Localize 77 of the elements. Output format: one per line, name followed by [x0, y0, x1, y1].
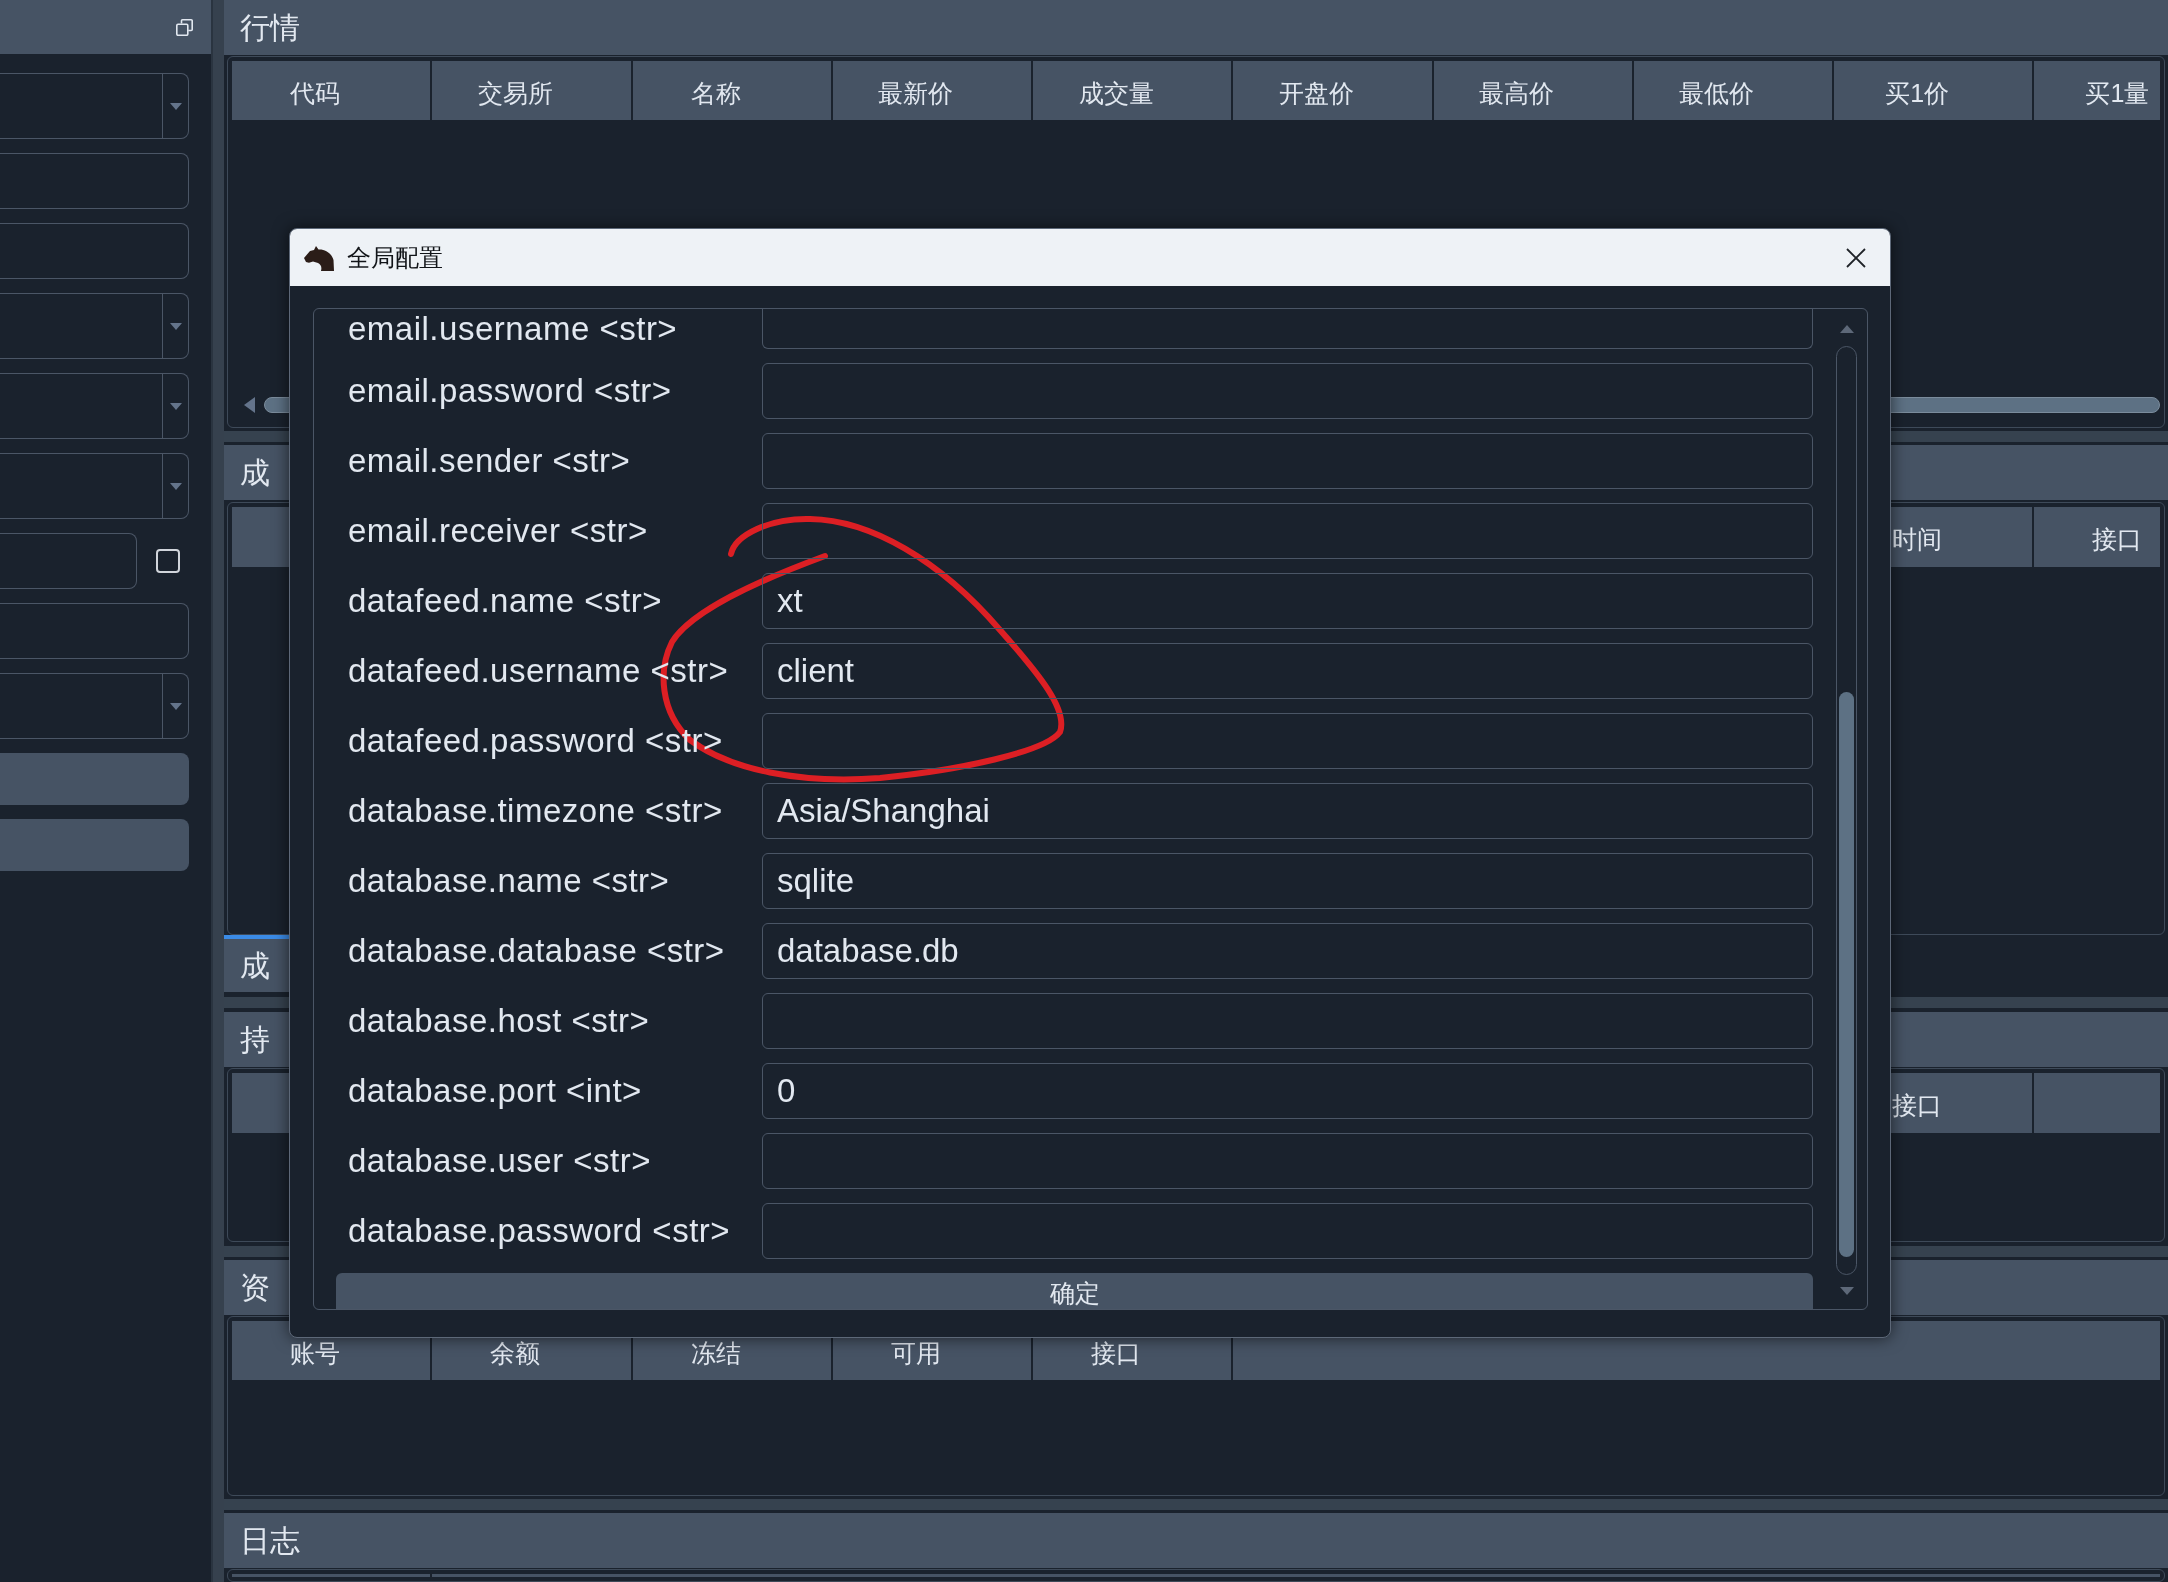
setting-label: database.name <str> — [348, 862, 671, 900]
up-arrow-icon — [1839, 325, 1854, 333]
checkbox[interactable] — [156, 549, 180, 573]
setting-label: database.port <int> — [348, 1072, 643, 1110]
dropdown-field[interactable] — [0, 73, 189, 139]
text-field[interactable]: sqlite — [762, 853, 1813, 909]
column-header[interactable]: 最高价 — [1479, 79, 1555, 106]
text-field[interactable] — [762, 1133, 1813, 1189]
setting-label: datafeed.name <str> — [348, 582, 664, 620]
text-field[interactable] — [762, 713, 1813, 769]
column-header[interactable]: 买1量 — [2085, 79, 2150, 106]
restore-button[interactable] — [175, 17, 194, 37]
text-field[interactable]: database.db — [762, 923, 1813, 979]
column-header[interactable]: 交易所 — [477, 79, 553, 106]
column-header[interactable]: 成交量 — [1078, 79, 1154, 106]
column-header[interactable]: 账号 — [290, 1339, 341, 1366]
column-header[interactable]: 名称 — [690, 79, 741, 106]
column-header[interactable]: 余额 — [490, 1339, 541, 1366]
setting-label: database.host <str> — [348, 1002, 651, 1040]
text-field[interactable] — [762, 503, 1813, 559]
column-header[interactable]: 最低价 — [1679, 79, 1755, 106]
close-icon — [1846, 247, 1866, 268]
column-header[interactable]: 接口 — [1892, 1092, 1943, 1118]
input-field[interactable] — [0, 603, 189, 659]
setting-label: email.password <str> — [348, 372, 673, 410]
dropdown-field[interactable] — [0, 373, 189, 439]
caret-icon — [169, 702, 182, 710]
dock-title: 行情 — [240, 9, 300, 46]
setting-label: email.receiver <str> — [348, 512, 649, 550]
column-header[interactable]: 开盘价 — [1278, 79, 1354, 106]
splitter-handle[interactable] — [224, 1499, 2168, 1510]
setting-label: database.password <str> — [348, 1212, 732, 1250]
column-header[interactable]: 代码 — [290, 79, 341, 106]
confirm-button[interactable]: 确定 — [336, 1273, 1813, 1309]
text-field[interactable]: Asia/Shanghai — [762, 783, 1813, 839]
scrollbar-thumb[interactable] — [1839, 692, 1854, 1257]
dropdown-field[interactable] — [0, 453, 189, 519]
text-field[interactable]: 0 — [762, 1063, 1813, 1119]
column-header[interactable]: 可用 — [890, 1339, 941, 1366]
caret-icon — [169, 482, 182, 490]
setting-label: database.database <str> — [348, 932, 726, 970]
caret-icon — [169, 102, 182, 110]
column-header[interactable]: 时间 — [1892, 526, 1943, 552]
text-field[interactable] — [762, 433, 1813, 489]
dock-tab[interactable]: 成 — [224, 935, 289, 992]
dock-title: 资 — [240, 1269, 270, 1306]
scroll-left-icon — [244, 397, 255, 413]
text-field[interactable] — [762, 1203, 1813, 1259]
text-field[interactable] — [762, 363, 1813, 419]
dock-title: 日志 — [240, 1522, 300, 1559]
down-arrow-icon — [1839, 1287, 1854, 1295]
column-header[interactable]: 最新价 — [878, 79, 954, 106]
dock-title: 成 — [240, 454, 270, 491]
setting-label: database.user <str> — [348, 1142, 653, 1180]
setting-label: email.sender <str> — [348, 442, 632, 480]
column-header[interactable]: 冻结 — [690, 1339, 741, 1366]
dialog-title: 全局配置 — [347, 242, 443, 273]
text-field[interactable] — [762, 993, 1813, 1049]
text-field[interactable]: xt — [762, 573, 1813, 629]
column-header[interactable]: 接口 — [2092, 526, 2143, 552]
input-field[interactable] — [0, 153, 189, 209]
setting-label: database.timezone <str> — [348, 792, 724, 830]
caret-icon — [169, 402, 182, 410]
dropdown-field[interactable] — [0, 673, 189, 739]
setting-label: email.username <str> — [348, 310, 679, 348]
dock-title: 持 — [240, 1021, 270, 1058]
splitter-handle[interactable] — [211, 0, 224, 1582]
window-restore-icon — [176, 18, 193, 36]
input-field[interactable] — [0, 223, 189, 279]
input-field[interactable] — [0, 533, 137, 589]
text-field[interactable] — [762, 309, 1813, 349]
caret-icon — [169, 322, 182, 330]
column-header[interactable]: 接口 — [1091, 1339, 1142, 1366]
text-field[interactable]: client — [762, 643, 1813, 699]
column-header[interactable]: 买1价 — [1885, 79, 1950, 106]
dropdown-field[interactable] — [0, 293, 189, 359]
horse-icon — [303, 244, 335, 271]
